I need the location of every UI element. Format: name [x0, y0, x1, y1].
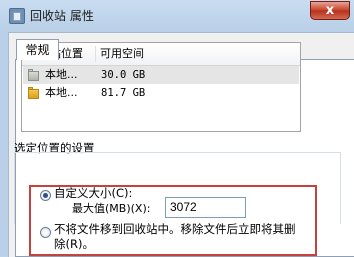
custom-size-label[interactable]: 自定义大小(C):: [54, 186, 132, 200]
location-name: 本地...: [45, 86, 78, 99]
column-header-free-space[interactable]: 可用空间: [100, 43, 144, 65]
free-space-value: 81.7 GB: [101, 87, 146, 99]
title-bar[interactable]: 回收站 属性 x: [0, 0, 354, 32]
column-separator[interactable]: [95, 46, 96, 62]
no-recycle-radio[interactable]: [40, 227, 51, 238]
recycle-bin-icon: [9, 8, 25, 24]
window-title: 回收站 属性: [30, 9, 94, 23]
max-size-label: 最大值(MB)(X):: [72, 202, 151, 215]
list-header: 回收站位置 可用空间: [22, 43, 300, 66]
no-recycle-label[interactable]: 不将文件移到回收站中。移除文件后立即将其删: [54, 222, 296, 236]
list-item[interactable]: 本地... 30.0 GB: [23, 66, 299, 84]
list-item[interactable]: 本地... 81.7 GB: [23, 84, 299, 102]
tab-general[interactable]: 常规: [16, 39, 59, 60]
location-list[interactable]: 回收站位置 可用空间 本地... 30.0 GB 本地... 81.7 GB: [21, 42, 301, 132]
no-recycle-label-continued[interactable]: 除(R)。: [54, 237, 94, 251]
max-size-input[interactable]: 3072: [165, 197, 246, 218]
drive-icon: [28, 69, 40, 81]
close-button[interactable]: x: [310, 1, 350, 20]
drive-icon: [28, 87, 40, 99]
properties-window: 回收站 属性 x 常规 回收站位置 可用空间 本地... 30.0 GB 本地.…: [0, 0, 354, 257]
location-name: 本地...: [45, 68, 78, 81]
custom-size-radio[interactable]: [40, 190, 51, 201]
free-space-value: 30.0 GB: [101, 69, 146, 81]
